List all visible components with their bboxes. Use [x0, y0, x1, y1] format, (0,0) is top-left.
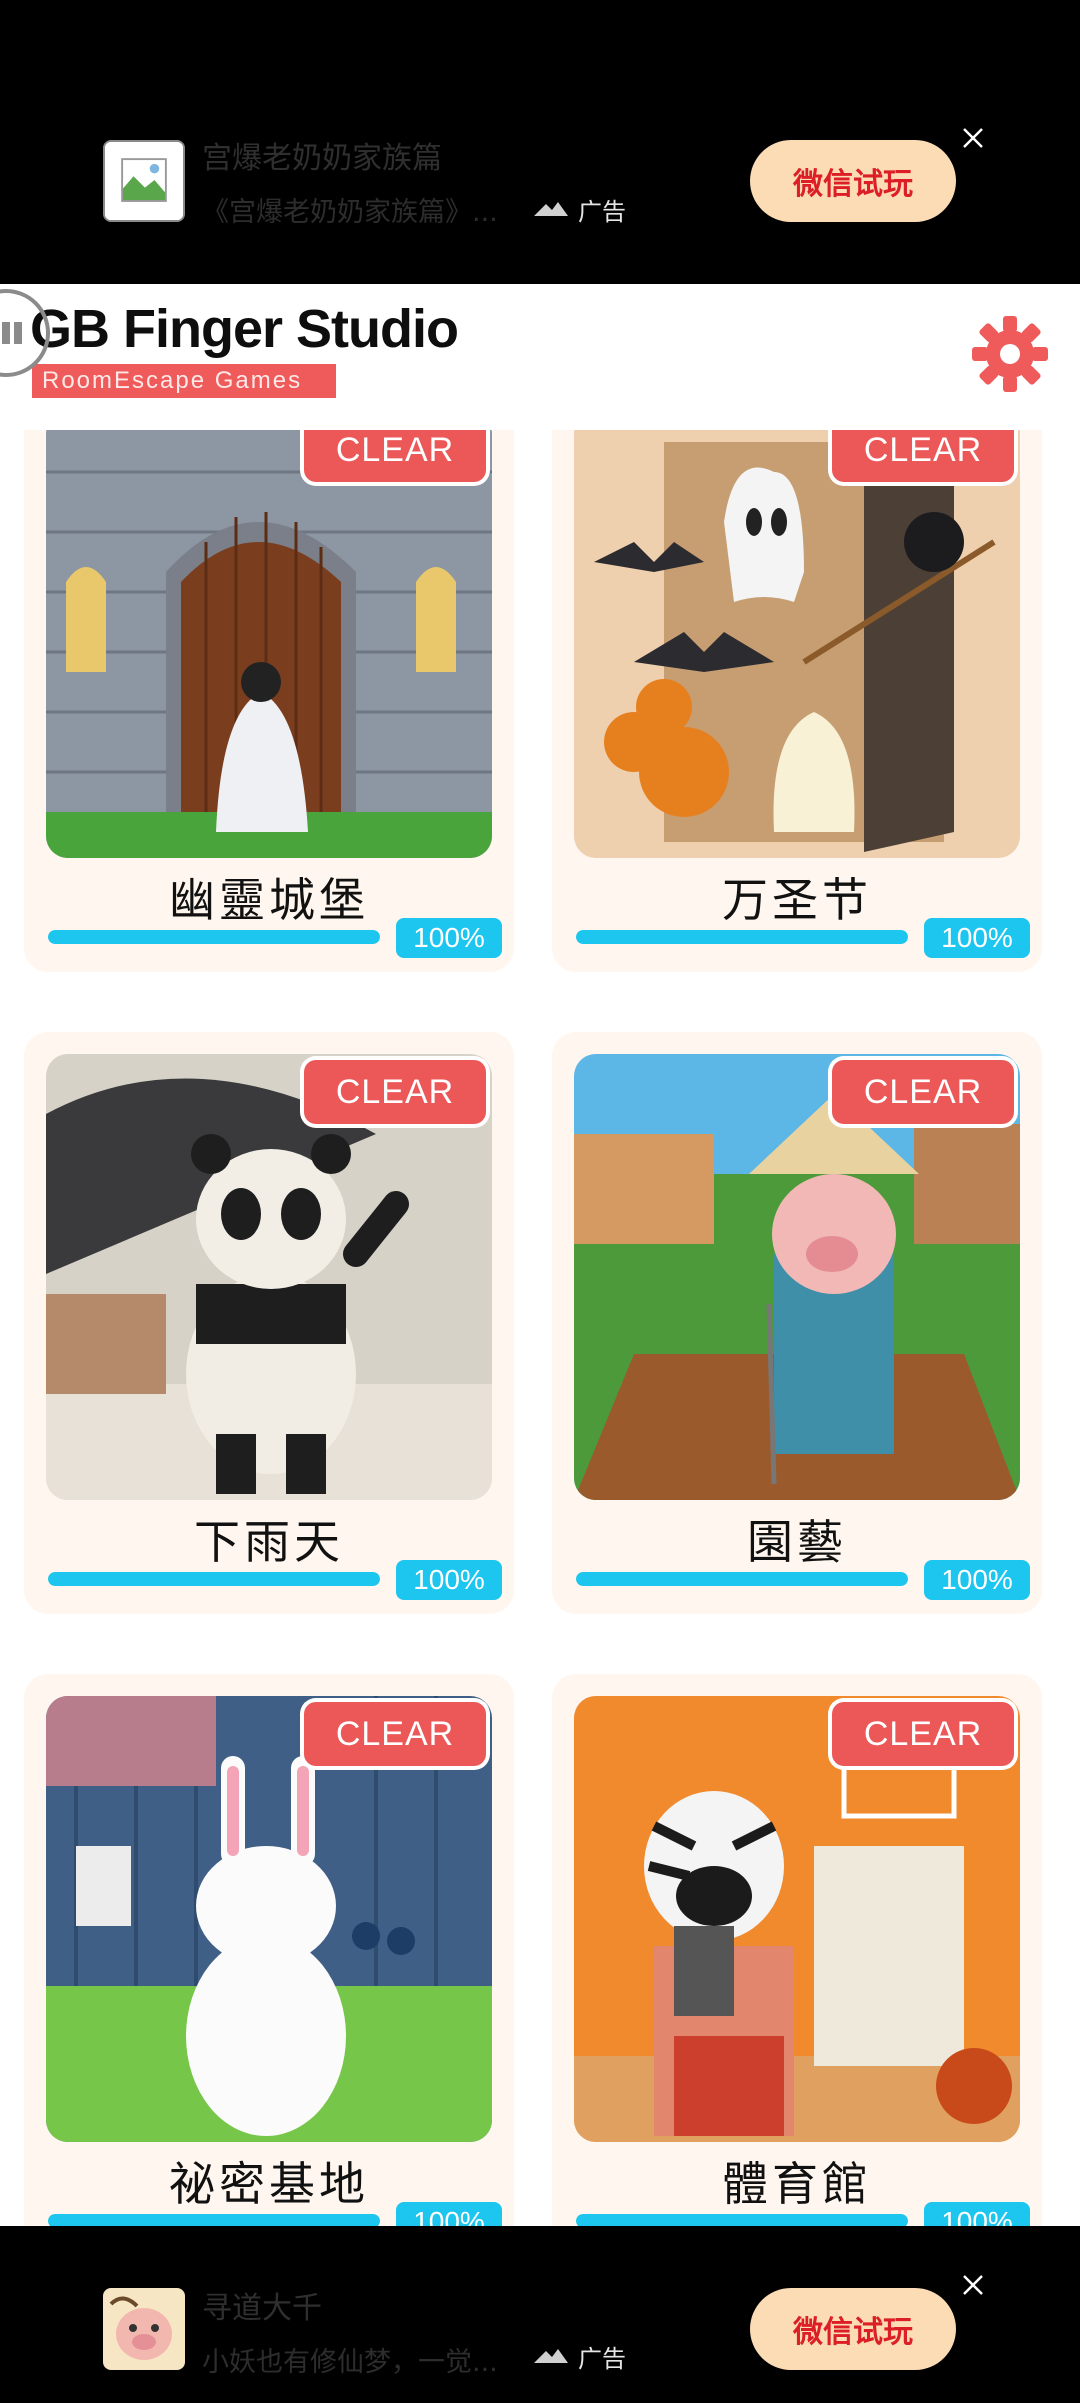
progress-bar: [576, 930, 908, 944]
clear-badge: CLEAR: [304, 430, 486, 482]
ad-app-icon[interactable]: [103, 2288, 185, 2370]
level-card-rainy-day[interactable]: CLEAR 下雨天 100%: [24, 1032, 514, 1614]
progress-fill: [48, 930, 380, 944]
ad-try-button[interactable]: 微信试玩: [750, 140, 956, 222]
level-card-ghost-castle[interactable]: CLEAR 幽靈城堡 100%: [24, 430, 514, 972]
progress-fill: [576, 2214, 908, 2226]
progress-percent: 100%: [396, 2202, 502, 2226]
ad-label: 广告: [578, 197, 626, 226]
level-card-gardening[interactable]: CLEAR 園藝 100%: [552, 1032, 1042, 1614]
progress-bar: [48, 2214, 380, 2226]
ad-description[interactable]: 小妖也有修仙梦，一觉...: [202, 2340, 522, 2379]
ad-description[interactable]: 《宫爆老奶奶家族篇》...: [202, 190, 522, 229]
close-icon[interactable]: [958, 2270, 988, 2300]
progress-bar: [48, 1572, 380, 1586]
progress-percent: 100%: [396, 918, 502, 958]
gear-icon[interactable]: [972, 316, 1048, 392]
ad-tag: 广告: [532, 190, 626, 228]
level-image[interactable]: CLEAR: [46, 430, 492, 858]
progress-percent: 100%: [924, 1560, 1030, 1600]
top-ad-banner[interactable]: 宫爆老奶奶家族篇 《宫爆老奶奶家族篇》... 广告 微信试玩: [0, 0, 1080, 284]
level-card-gym[interactable]: CLEAR 體育館 100%: [552, 1674, 1042, 2226]
ad-network-icon: [534, 2349, 568, 2363]
ad-try-button[interactable]: 微信试玩: [750, 2288, 956, 2370]
level-card-halloween[interactable]: CLEAR 万圣节 100%: [552, 430, 1042, 972]
ad-label: 广告: [578, 2344, 626, 2373]
level-image[interactable]: CLEAR: [46, 1054, 492, 1500]
level-image[interactable]: CLEAR: [574, 1696, 1020, 2142]
clear-badge: CLEAR: [832, 430, 1014, 482]
ad-title[interactable]: 宫爆老奶奶家族篇: [202, 133, 442, 177]
studio-title: GB Finger Studio: [30, 299, 459, 359]
ad-tag: 广告: [532, 2337, 626, 2375]
progress-bar: [48, 930, 380, 944]
progress-fill: [576, 930, 908, 944]
studio-subtitle: RoomEscape Games: [32, 364, 336, 398]
ad-app-icon[interactable]: [103, 140, 185, 222]
progress-bar: [576, 2214, 908, 2226]
clear-badge: CLEAR: [832, 1702, 1014, 1766]
clear-badge: CLEAR: [304, 1702, 486, 1766]
clear-badge: CLEAR: [304, 1060, 486, 1124]
progress-fill: [48, 1572, 380, 1586]
progress-bar: [576, 1572, 908, 1586]
close-icon[interactable]: [958, 123, 988, 153]
level-grid[interactable]: CLEAR 幽靈城堡 100% CLEAR 万圣节 100% CLEAR 下雨天…: [0, 430, 1080, 2226]
progress-percent: 100%: [924, 2202, 1030, 2226]
level-card-secret-base[interactable]: CLEAR 祕密基地 100%: [24, 1674, 514, 2226]
progress-percent: 100%: [924, 918, 1030, 958]
level-image[interactable]: CLEAR: [574, 430, 1020, 858]
ad-title[interactable]: 寻道大千: [202, 2283, 322, 2327]
level-image[interactable]: CLEAR: [574, 1054, 1020, 1500]
ad-network-icon: [534, 202, 568, 216]
progress-fill: [576, 1572, 908, 1586]
progress-percent: 100%: [396, 1560, 502, 1600]
progress-fill: [48, 2214, 380, 2226]
level-image[interactable]: CLEAR: [46, 1696, 492, 2142]
sound-icon[interactable]: [0, 284, 50, 382]
clear-badge: CLEAR: [832, 1060, 1014, 1124]
